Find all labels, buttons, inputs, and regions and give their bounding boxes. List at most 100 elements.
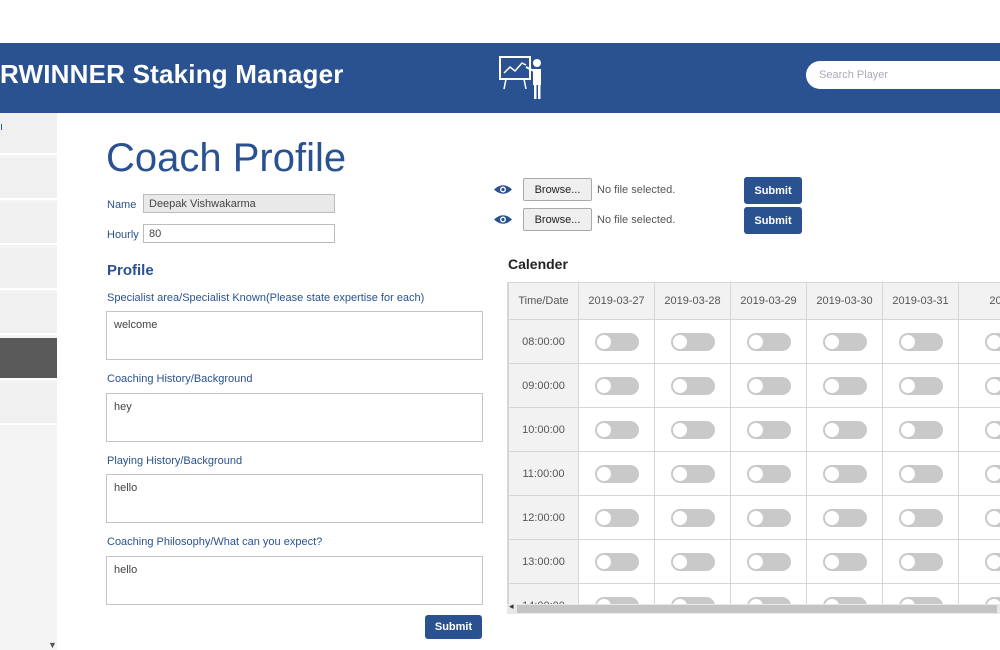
availability-toggle[interactable] [594, 552, 639, 571]
time-label: 12:00:00 [508, 495, 579, 540]
availability-cell [958, 495, 1000, 540]
sidebar-item-1[interactable]: ı [0, 113, 57, 155]
specialist-textarea[interactable]: welcome [106, 311, 483, 360]
availability-toggle[interactable] [984, 376, 1000, 395]
availability-toggle[interactable] [822, 376, 867, 395]
availability-toggle[interactable] [670, 376, 715, 395]
availability-toggle[interactable] [822, 420, 867, 439]
availability-cell [882, 495, 959, 540]
availability-toggle[interactable] [594, 596, 639, 604]
availability-toggle[interactable] [898, 552, 943, 571]
availability-toggle[interactable] [594, 376, 639, 395]
availability-toggle[interactable] [984, 420, 1000, 439]
toggle-knob [986, 554, 1000, 569]
availability-toggle[interactable] [594, 332, 639, 351]
toggle-knob [672, 334, 687, 349]
browse-button[interactable]: Browse... [523, 208, 592, 231]
toggle-knob [900, 378, 915, 393]
scrollbar-thumb[interactable] [517, 605, 997, 613]
time-label: 13:00:00 [508, 539, 579, 584]
date-header: 2019-03-27 [578, 282, 655, 320]
availability-toggle[interactable] [984, 508, 1000, 527]
availability-toggle[interactable] [984, 464, 1000, 483]
availability-toggle[interactable] [984, 596, 1000, 604]
availability-toggle[interactable] [746, 420, 791, 439]
philosophy-label: Coaching Philosophy/What can you expect? [107, 536, 323, 548]
availability-toggle[interactable] [746, 376, 791, 395]
availability-toggle[interactable] [670, 464, 715, 483]
horizontal-scrollbar[interactable]: ◂ [507, 601, 1000, 614]
scroll-left-icon[interactable]: ◂ [509, 601, 514, 612]
upload-submit-button[interactable]: Submit [744, 207, 802, 234]
hourly-field[interactable] [143, 224, 335, 243]
availability-cell [578, 363, 655, 408]
calendar-title: Calender [508, 256, 568, 272]
search-player-input[interactable] [806, 61, 1000, 89]
availability-toggle[interactable] [898, 596, 943, 604]
availability-toggle[interactable] [746, 332, 791, 351]
availability-toggle[interactable] [984, 552, 1000, 571]
toggle-knob [748, 554, 763, 569]
availability-toggle[interactable] [670, 596, 715, 604]
toggle-knob [824, 378, 839, 393]
availability-cell [806, 539, 883, 584]
sidebar-item-4[interactable] [0, 248, 57, 290]
calendar-row: 10:00:00 [508, 407, 1000, 452]
availability-toggle[interactable] [822, 552, 867, 571]
availability-toggle[interactable] [746, 596, 791, 604]
eye-icon[interactable] [493, 183, 513, 196]
availability-cell [654, 583, 731, 604]
specialist-label: Specialist area/Specialist Known(Please … [107, 292, 425, 304]
availability-toggle[interactable] [746, 552, 791, 571]
availability-toggle[interactable] [984, 332, 1000, 351]
availability-cell [882, 319, 959, 364]
availability-toggle[interactable] [594, 508, 639, 527]
time-label: 09:00:00 [508, 363, 579, 408]
time-label: 14:00:00 [508, 583, 579, 604]
availability-toggle[interactable] [898, 508, 943, 527]
profile-submit-button[interactable]: Submit [425, 615, 482, 639]
sidebar-item-active[interactable] [0, 338, 57, 380]
coaching-history-textarea[interactable]: hey [106, 393, 483, 442]
eye-icon[interactable] [493, 213, 513, 226]
availability-toggle[interactable] [670, 420, 715, 439]
upload-submit-button[interactable]: Submit [744, 177, 802, 204]
availability-cell [654, 407, 731, 452]
availability-toggle[interactable] [670, 552, 715, 571]
calendar-row: 13:00:00 [508, 539, 1000, 584]
availability-toggle[interactable] [594, 420, 639, 439]
availability-toggle[interactable] [898, 332, 943, 351]
chevron-down-icon[interactable]: ▼ [48, 640, 57, 650]
toggle-knob [900, 334, 915, 349]
sidebar-item-3[interactable] [0, 203, 57, 245]
availability-toggle[interactable] [746, 464, 791, 483]
playing-history-textarea[interactable]: hello [106, 474, 483, 523]
availability-toggle[interactable] [822, 464, 867, 483]
availability-toggle[interactable] [898, 376, 943, 395]
availability-toggle[interactable] [898, 420, 943, 439]
name-field[interactable] [143, 194, 335, 213]
toggle-knob [672, 422, 687, 437]
sidebar: ı [0, 113, 57, 650]
availability-toggle[interactable] [594, 464, 639, 483]
toggle-knob [900, 466, 915, 481]
availability-toggle[interactable] [670, 508, 715, 527]
sidebar-item-7[interactable] [0, 383, 57, 425]
calendar-header-row: Time/Date 2019-03-27 2019-03-28 2019-03-29… [508, 282, 1000, 320]
sidebar-item-5[interactable] [0, 293, 57, 335]
availability-cell [806, 407, 883, 452]
browse-button[interactable]: Browse... [523, 178, 592, 201]
availability-toggle[interactable] [746, 508, 791, 527]
calendar-table: Time/Date 2019-03-27 2019-03-28 2019-03-29… [508, 282, 1000, 604]
availability-toggle[interactable] [898, 464, 943, 483]
philosophy-textarea[interactable]: hello [106, 556, 483, 605]
availability-toggle[interactable] [822, 596, 867, 604]
availability-toggle[interactable] [822, 508, 867, 527]
toggle-knob [748, 334, 763, 349]
calendar-row: 11:00:00 [508, 451, 1000, 496]
file-status: No file selected. [597, 184, 676, 196]
availability-toggle[interactable] [822, 332, 867, 351]
availability-cell [730, 495, 807, 540]
sidebar-item-2[interactable] [0, 158, 57, 200]
availability-toggle[interactable] [670, 332, 715, 351]
